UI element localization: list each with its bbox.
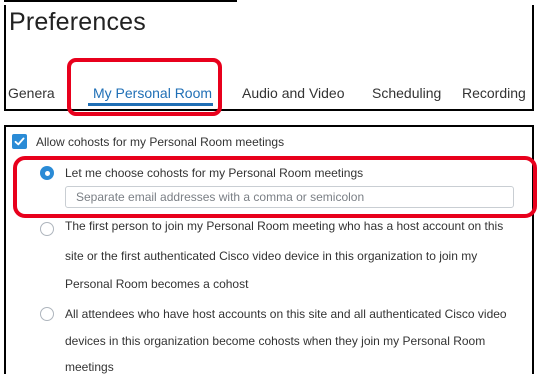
- option-all-attendees-line-2: devices in this organization become coho…: [65, 334, 486, 348]
- page-title: Preferences: [9, 8, 146, 36]
- tab-recording[interactable]: Recording: [462, 85, 526, 101]
- checkmark-icon: [14, 137, 25, 146]
- cohost-highlight-annotation: [13, 156, 537, 218]
- option-all-attendees-line-3: meetings: [65, 360, 114, 374]
- radio-first-person-cohost[interactable]: [40, 222, 54, 236]
- option-first-person-line-2: site or the first authenticated Cisco vi…: [65, 249, 478, 263]
- tab-scheduling[interactable]: Scheduling: [372, 85, 441, 101]
- tab-general[interactable]: Genera: [8, 85, 55, 101]
- radio-all-attendees-cohost[interactable]: [40, 307, 54, 321]
- option-all-attendees-line-1: All attendees who have host accounts on …: [65, 307, 507, 321]
- option-first-person-line-3: Personal Room becomes a cohost: [65, 277, 249, 291]
- allow-cohosts-checkbox[interactable]: [12, 134, 27, 149]
- tab-highlight-annotation: [67, 58, 222, 116]
- top-border-rule: [4, 0, 237, 2]
- option-first-person-line-1: The first person to join my Personal Roo…: [65, 219, 504, 233]
- tab-audio-and-video[interactable]: Audio and Video: [242, 85, 345, 101]
- allow-cohosts-label: Allow cohosts for my Personal Room meeti…: [36, 135, 285, 149]
